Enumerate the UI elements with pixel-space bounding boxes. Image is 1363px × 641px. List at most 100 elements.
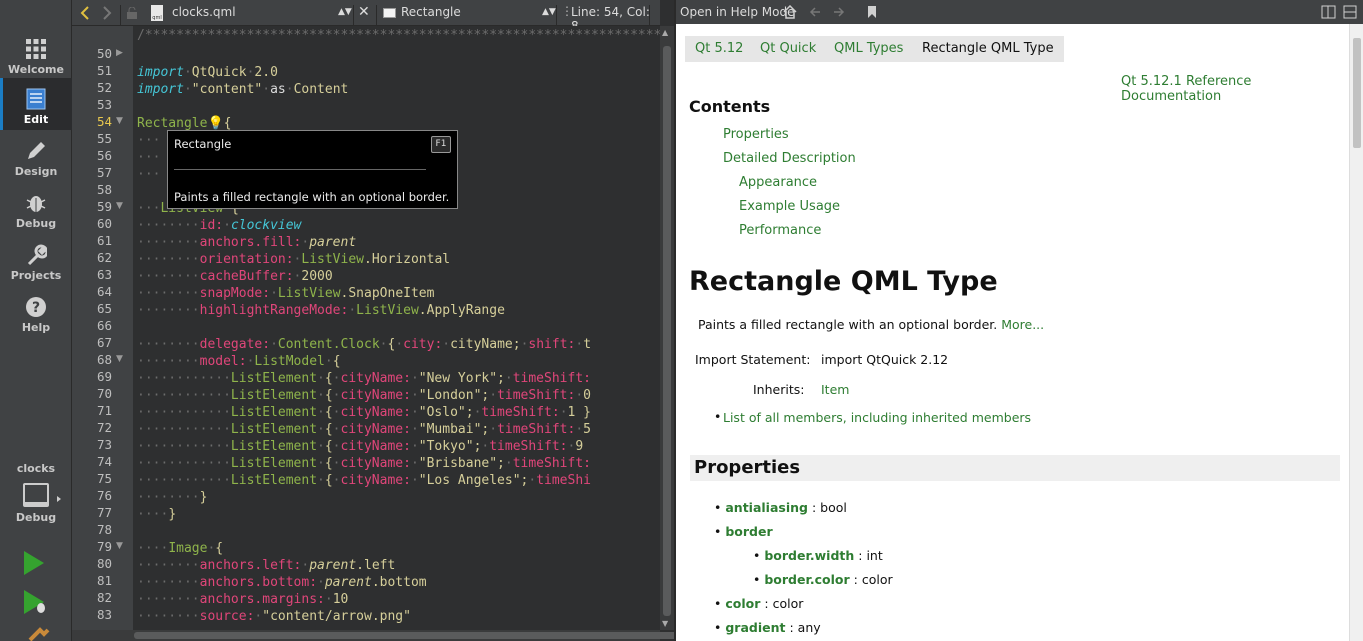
line-number: 72 — [96, 420, 112, 435]
line-number: 63 — [96, 267, 112, 282]
wrench-icon — [25, 244, 49, 266]
mode-debug[interactable]: Debug — [0, 182, 72, 234]
code-line-61: ········anchors.fill:·parent — [137, 235, 357, 250]
line-number: 75 — [96, 471, 112, 486]
property-item: • border.color : color — [753, 572, 893, 587]
line-number: 53 — [96, 97, 112, 112]
lock-icon[interactable] — [126, 7, 138, 19]
symbol-rect-icon — [383, 8, 396, 18]
import-value: import QtQuick 2.12 — [821, 352, 949, 367]
symbol-selector[interactable]: Rectangle — [401, 5, 461, 19]
build-hammer-icon[interactable] — [28, 626, 50, 641]
code-line-74: ············ListElement·{·cityName:·"Bri… — [137, 456, 591, 471]
breadcrumb-qml-types[interactable]: QML Types — [824, 36, 914, 62]
close-file-icon[interactable]: ✕ — [358, 4, 370, 20]
code-line-50: /***************************************… — [137, 28, 660, 43]
code-line-63: ········cacheBuffer:·2000 — [137, 269, 333, 284]
contents-link-detailed-description[interactable]: Detailed Description — [723, 151, 856, 166]
monitor-icon — [23, 483, 49, 507]
line-number: 64 — [96, 284, 112, 299]
fold-marker-icon[interactable]: ▼ — [116, 538, 123, 555]
code-line-68: ········model:·ListModel·{ — [137, 354, 341, 369]
home-icon[interactable] — [783, 5, 797, 19]
inherits-label: Inherits: — [753, 382, 805, 397]
line-number: 62 — [96, 250, 112, 265]
contents-link-properties[interactable]: Properties — [723, 127, 789, 142]
mode-design[interactable]: Design — [0, 130, 72, 182]
fold-marker-icon[interactable]: ▼ — [116, 351, 123, 368]
line-number: 55 — [96, 131, 112, 146]
qml-file-icon: qml — [151, 5, 163, 21]
property-item: • gradient : any — [714, 620, 821, 635]
help-content: Qt 5.12 Qt Quick QML Types Rectangle QML… — [676, 24, 1349, 641]
property-item: • border — [714, 524, 773, 539]
hover-tooltip: Rectangle F1 Paints a filled rectangle w… — [167, 130, 458, 209]
fold-marker-icon[interactable]: ▶ — [116, 45, 123, 62]
line-number: 68 — [96, 352, 112, 367]
contents-link-appearance[interactable]: Appearance — [739, 175, 817, 190]
breadcrumb-current: Rectangle QML Type — [912, 36, 1064, 62]
mode-label: Edit — [23, 113, 49, 126]
file-dropdown-icon[interactable]: ▲▼ — [338, 7, 352, 17]
code-line-81: ········anchors.bottom:·parent.bottom — [137, 575, 427, 590]
bug-small-icon — [37, 603, 45, 613]
import-label: Import Statement: — [695, 352, 811, 367]
split-icon[interactable] — [1321, 5, 1337, 19]
code-line-71: ············ListElement·{·cityName:·"Osl… — [137, 405, 591, 420]
help-vertical-scrollbar[interactable] — [1349, 24, 1363, 641]
breadcrumb-qt-quick[interactable]: Qt Quick — [750, 36, 827, 62]
all-members-link[interactable]: List of all members, including inherited… — [723, 410, 1031, 425]
bookmark-icon[interactable] — [867, 5, 877, 19]
code-line-69: ············ListElement·{·cityName:·"New… — [137, 371, 591, 386]
code-line-77: ····} — [137, 507, 177, 522]
open-in-help-mode-button[interactable]: Open in Help Mode — [680, 5, 795, 19]
editor-horizontal-scrollbar[interactable] — [72, 630, 694, 641]
editor-toolbar: qml clocks.qml ▲▼ ✕ Rectangle ▲▼ ⋮ Line:… — [72, 0, 660, 33]
code-line-60: ········id:·clockview — [137, 218, 302, 233]
mode-label: Welcome — [8, 63, 64, 76]
more-link[interactable]: More... — [1001, 317, 1044, 332]
forward-icon[interactable] — [102, 6, 112, 20]
mode-welcome[interactable]: Welcome — [0, 28, 72, 80]
run-button[interactable] — [24, 551, 44, 575]
code-line-73: ············ListElement·{·cityName:·"Tok… — [137, 439, 584, 454]
kit-selector[interactable]: clocks Debug — [0, 458, 72, 540]
fold-marker-icon[interactable]: ▼ — [116, 113, 123, 130]
reference-docs-link[interactable]: Qt 5.12.1 Reference Documentation — [1121, 74, 1349, 104]
mode-projects[interactable]: Projects — [0, 234, 72, 286]
tooltip-title: Rectangle — [174, 137, 232, 151]
mode-sidebar: Welcome Edit Design Debug Projects ? Hel… — [0, 0, 72, 641]
code-line-72: ············ListElement·{·cityName:·"Mum… — [137, 422, 591, 437]
line-number: 77 — [96, 505, 112, 520]
property-item: • border.width : int — [753, 548, 883, 563]
bug-icon — [25, 192, 47, 214]
f1-help-key[interactable]: F1 — [431, 136, 451, 153]
symbol-dropdown-icon[interactable]: ▲▼ — [542, 7, 556, 17]
code-line-64: ········snapMode:·ListView.SnapOneItem — [137, 286, 435, 301]
line-number: 60 — [96, 216, 112, 231]
back-icon[interactable] — [809, 6, 821, 18]
mode-label: Projects — [10, 269, 62, 282]
code-line-79: ····Image·{ — [137, 541, 224, 556]
contents-link-example-usage[interactable]: Example Usage — [739, 199, 840, 214]
mode-edit[interactable]: Edit — [0, 78, 72, 130]
line-number: 51 — [96, 63, 112, 78]
fold-marker-icon[interactable]: ▼ — [116, 198, 123, 215]
open-file-name[interactable]: clocks.qml — [172, 5, 236, 19]
code-editor[interactable]: /***************************************… — [133, 26, 660, 630]
kit-build-mode: Debug — [15, 511, 57, 524]
line-number: 50 — [96, 46, 112, 61]
breadcrumb-qt[interactable]: Qt 5.12 — [685, 36, 754, 62]
inherits-link[interactable]: Item — [821, 382, 849, 397]
line-number: 82 — [96, 590, 112, 605]
close-pane-icon[interactable] — [1343, 5, 1357, 19]
mode-help[interactable]: ? Help — [0, 286, 72, 338]
forward-icon[interactable] — [833, 6, 845, 18]
tooltip-description: Paints a filled rectangle with an option… — [174, 190, 450, 204]
editor-vertical-scrollbar[interactable]: ▲ ▼ — [660, 26, 674, 630]
help-toolbar: Open in Help Mode — [676, 0, 1363, 24]
back-icon[interactable] — [80, 6, 90, 20]
line-number: 79 — [96, 539, 112, 554]
contents-link-performance[interactable]: Performance — [739, 223, 821, 238]
line-number: 57 — [96, 165, 112, 180]
